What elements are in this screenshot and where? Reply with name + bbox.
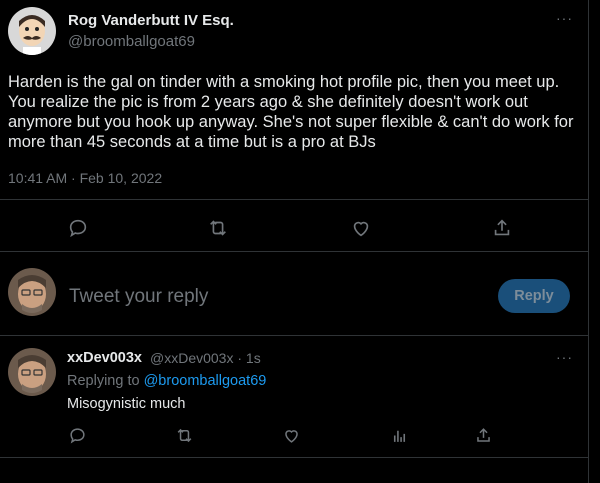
analytics-icon[interactable]	[387, 423, 411, 447]
reply-icon[interactable]	[66, 216, 90, 240]
more-options-icon[interactable]: ···	[556, 10, 573, 26]
share-icon[interactable]	[471, 423, 495, 447]
reply-handle-time[interactable]: @xxDev003x · 1s	[150, 350, 261, 366]
reply-more-options-icon[interactable]: ···	[556, 349, 573, 365]
right-border	[588, 0, 589, 483]
reply-icon[interactable]	[65, 423, 89, 447]
reply-input[interactable]: Tweet your reply	[69, 286, 208, 308]
retweet-icon[interactable]	[206, 216, 230, 240]
author-handle[interactable]: @broomballgoat69	[68, 33, 195, 50]
divider	[0, 199, 588, 200]
author-avatar[interactable]	[8, 7, 56, 55]
share-icon[interactable]	[490, 216, 514, 240]
like-icon[interactable]	[349, 216, 373, 240]
tweet-timestamp[interactable]: 10:41 AM · Feb 10, 2022	[8, 170, 162, 186]
divider	[0, 457, 588, 458]
current-user-avatar[interactable]	[8, 268, 56, 316]
replying-to: Replying to @broomballgoat69	[67, 373, 266, 389]
replying-to-link[interactable]: @broomballgoat69	[144, 373, 267, 389]
retweet-icon[interactable]	[172, 423, 196, 447]
tweet-text: Harden is the gal on tinder with a smoki…	[8, 73, 574, 151]
author-name[interactable]: Rog Vanderbutt IV Esq.	[68, 12, 234, 29]
reply-button[interactable]: Reply	[498, 279, 570, 313]
divider	[0, 335, 588, 336]
replying-prefix: Replying to	[67, 373, 144, 389]
reply-text: Misogynistic much	[67, 396, 186, 412]
reply-author-name[interactable]: xxDev003x	[67, 350, 142, 366]
like-icon[interactable]	[279, 423, 303, 447]
divider	[0, 251, 588, 252]
reply-author-avatar[interactable]	[8, 348, 56, 396]
